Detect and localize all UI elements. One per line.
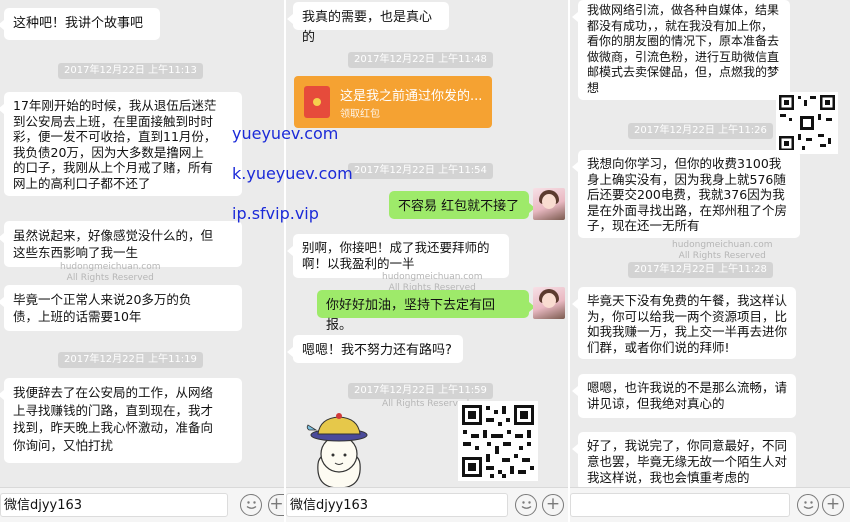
message-bubble: 17年刚开始的时候，我从退伍后迷茫 到公安局去上班，在里面接触到时时 彩，便一发…: [0, 92, 242, 196]
message-bubble: 嗯嗯，也许我说的不是那么流畅，请 讲见谅，但我绝对真心的: [572, 374, 796, 418]
overlay-link-text: ip.sfvip.vip: [232, 204, 319, 223]
watermark: hudongmeichuan.com All Rights Reserved: [60, 262, 161, 284]
timestamp: 2017年12月22日 上午11:26: [628, 123, 773, 139]
message-bubble: 好了，我说完了，你同意最好，不同 意也罢，毕竟无缘无故一个陌生人对 我这样说，我…: [572, 432, 796, 490]
input-bar: +: [570, 487, 850, 522]
message-bubble: 我便辞去了在公安局的工作，从网络 上寻找赚钱的门路，直到现在，我才 找到，昨天晚…: [0, 378, 242, 463]
plus-icon[interactable]: +: [268, 494, 284, 516]
timestamp: 2017年12月22日 上午11:59: [348, 383, 493, 399]
watermark: All Rights Reserved: [382, 399, 469, 410]
message-bubble: 这种吧！我讲个故事吧: [0, 8, 160, 40]
emoji-icon[interactable]: [240, 494, 262, 516]
timestamp: 2017年12月22日 上午11:19: [58, 352, 203, 368]
message-bubble: 你好好加油，坚持下去定有回报。: [317, 290, 535, 333]
watermark-rights: All Rights Reserved: [66, 273, 154, 283]
watermark-site: hudongmeichuan.com: [672, 240, 773, 250]
qr-code-image[interactable]: [776, 92, 838, 154]
chat-panel-1: 这种吧！我讲个故事吧 2017年12月22日 上午11:13 17年刚开始的时候…: [0, 0, 284, 522]
watermark-site: hudongmeichuan.com: [382, 272, 483, 282]
red-packet-title: 这是我之前通过你发的...: [340, 89, 483, 104]
message-bubble: 不容易 红包就不接了: [389, 191, 535, 219]
message-input[interactable]: 微信djyy163: [286, 493, 508, 517]
user-avatar[interactable]: [533, 188, 565, 220]
watermark: hudongmeichuan.com All Rights Reserved: [672, 240, 773, 262]
cartoon-sticker: [304, 408, 374, 490]
timestamp: 2017年12月22日 上午11:13: [58, 63, 203, 79]
red-packet-subtitle: 领取红包: [340, 109, 380, 120]
message-bubble: 毕竟天下没有免费的午餐，我这样认 为，你可以给我一两个资源项目，比 如我我赚一万…: [572, 287, 796, 359]
watermark-rights: All Rights Reserved: [678, 251, 766, 261]
message-bubble: 毕竟一个正常人来说20多万的负 债，上班的话需要10年: [0, 285, 242, 331]
message-bubble: 我想向你学习，但你的收费3100我 身上确实没有，因为我身上就576随 后还要交…: [572, 150, 800, 238]
message-bubble: 虽然说起来，好像感觉没什么的，但 这些东西影响了我一生: [0, 221, 242, 267]
message-bubble: 嗯嗯！我不努力还有路吗?: [287, 335, 463, 363]
emoji-icon[interactable]: [797, 494, 819, 516]
chat-panel-3: 我做网络引流，做各种自媒体，结果 都没有成功，，就在我没有加上你， 看你的朋友圈…: [570, 0, 850, 522]
user-avatar[interactable]: [533, 287, 565, 319]
overlay-link-text: k.yueyuev.com: [232, 164, 353, 183]
message-bubble: 我真的需要，也是真心的: [287, 2, 449, 45]
overlay-link-text: yueyuev.com: [232, 124, 339, 143]
plus-icon[interactable]: +: [542, 494, 564, 516]
timestamp: 2017年12月22日 上午11:48: [348, 52, 493, 68]
input-bar: 微信djyy163 +: [0, 487, 284, 522]
timestamp: 2017年12月22日 上午11:28: [628, 262, 773, 278]
watermark-site: hudongmeichuan.com: [60, 262, 161, 272]
timestamp: 2017年12月22日 上午11:54: [348, 163, 493, 179]
plus-icon[interactable]: +: [822, 494, 844, 516]
emoji-icon[interactable]: [515, 494, 537, 516]
message-input[interactable]: 微信djyy163: [0, 493, 228, 517]
chat-panel-2: 我真的需要，也是真心的 2017年12月22日 上午11:48 这是我之前通过你…: [286, 0, 568, 522]
input-bar: 微信djyy163 +: [286, 487, 568, 522]
message-input[interactable]: [570, 493, 790, 517]
red-packet-card[interactable]: 这是我之前通过你发的... 领取红包: [294, 76, 492, 128]
qr-code-image[interactable]: [458, 401, 538, 481]
message-bubble: 我做网络引流，做各种自媒体，结果 都没有成功，，就在我没有加上你， 看你的朋友圈…: [572, 0, 790, 100]
red-envelope-icon: [304, 86, 330, 118]
watermark-rights: All Rights Reserved: [382, 399, 470, 409]
